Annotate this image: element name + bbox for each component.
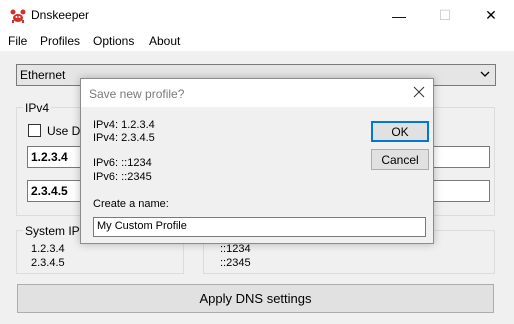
maximize-button[interactable]: ☐ (422, 0, 468, 31)
dialog-close-icon[interactable] (411, 84, 427, 100)
dialog-name-prompt: Create a name: (93, 198, 169, 210)
menu-profiles[interactable]: Profiles (40, 34, 80, 48)
ipv6-dns1-field[interactable] (430, 146, 490, 168)
apply-dns-button[interactable]: Apply DNS settings (17, 284, 494, 313)
ok-button[interactable]: OK (371, 121, 429, 142)
chevron-down-icon (480, 71, 490, 77)
minimize-button[interactable]: — (376, 0, 422, 31)
minimize-icon: — (392, 7, 406, 24)
profile-name-input[interactable]: My Custom Profile (93, 217, 426, 237)
dialog-ipv4-line-2: IPv4: 2.3.4.5 (93, 132, 155, 144)
ipv4-group-label: IPv4 (23, 101, 52, 115)
system-ipv4-value-1: 1.2.3.4 (31, 243, 65, 255)
window-title: Dnskeeper (31, 8, 90, 22)
ipv6-dns2-field[interactable] (430, 180, 490, 202)
menu-options[interactable]: Options (93, 34, 134, 48)
maximize-icon: ☐ (438, 7, 452, 23)
app-crab-icon (10, 9, 26, 23)
adapter-select-value: Ethernet (20, 68, 66, 82)
system-ipv6-value-2: ::2345 (220, 257, 251, 269)
save-profile-dialog: Save new profile? IPv4: 1.2.3.4 IPv4: 2.… (80, 78, 434, 244)
menu-file[interactable]: File (8, 34, 27, 48)
ipv4-dns2-field[interactable]: 2.3.4.5 (27, 180, 87, 202)
cancel-button[interactable]: Cancel (371, 149, 429, 170)
dialog-title: Save new profile? (89, 87, 185, 101)
close-icon: ✕ (485, 7, 497, 23)
system-ipv4-value-2: 2.3.4.5 (31, 257, 65, 269)
menu-about[interactable]: About (149, 34, 180, 48)
dialog-ipv4-line-1: IPv4: 1.2.3.4 (93, 119, 155, 131)
dialog-ipv6-line-1: IPv6: ::1234 (93, 157, 152, 169)
system-ipv6-value-1: ::1234 (220, 243, 251, 255)
close-button[interactable]: ✕ (468, 0, 514, 31)
use-dhcp-checkbox[interactable] (28, 124, 41, 137)
dialog-ipv6-line-2: IPv6: ::2345 (93, 171, 152, 183)
ipv4-dns1-field[interactable]: 1.2.3.4 (27, 146, 87, 168)
